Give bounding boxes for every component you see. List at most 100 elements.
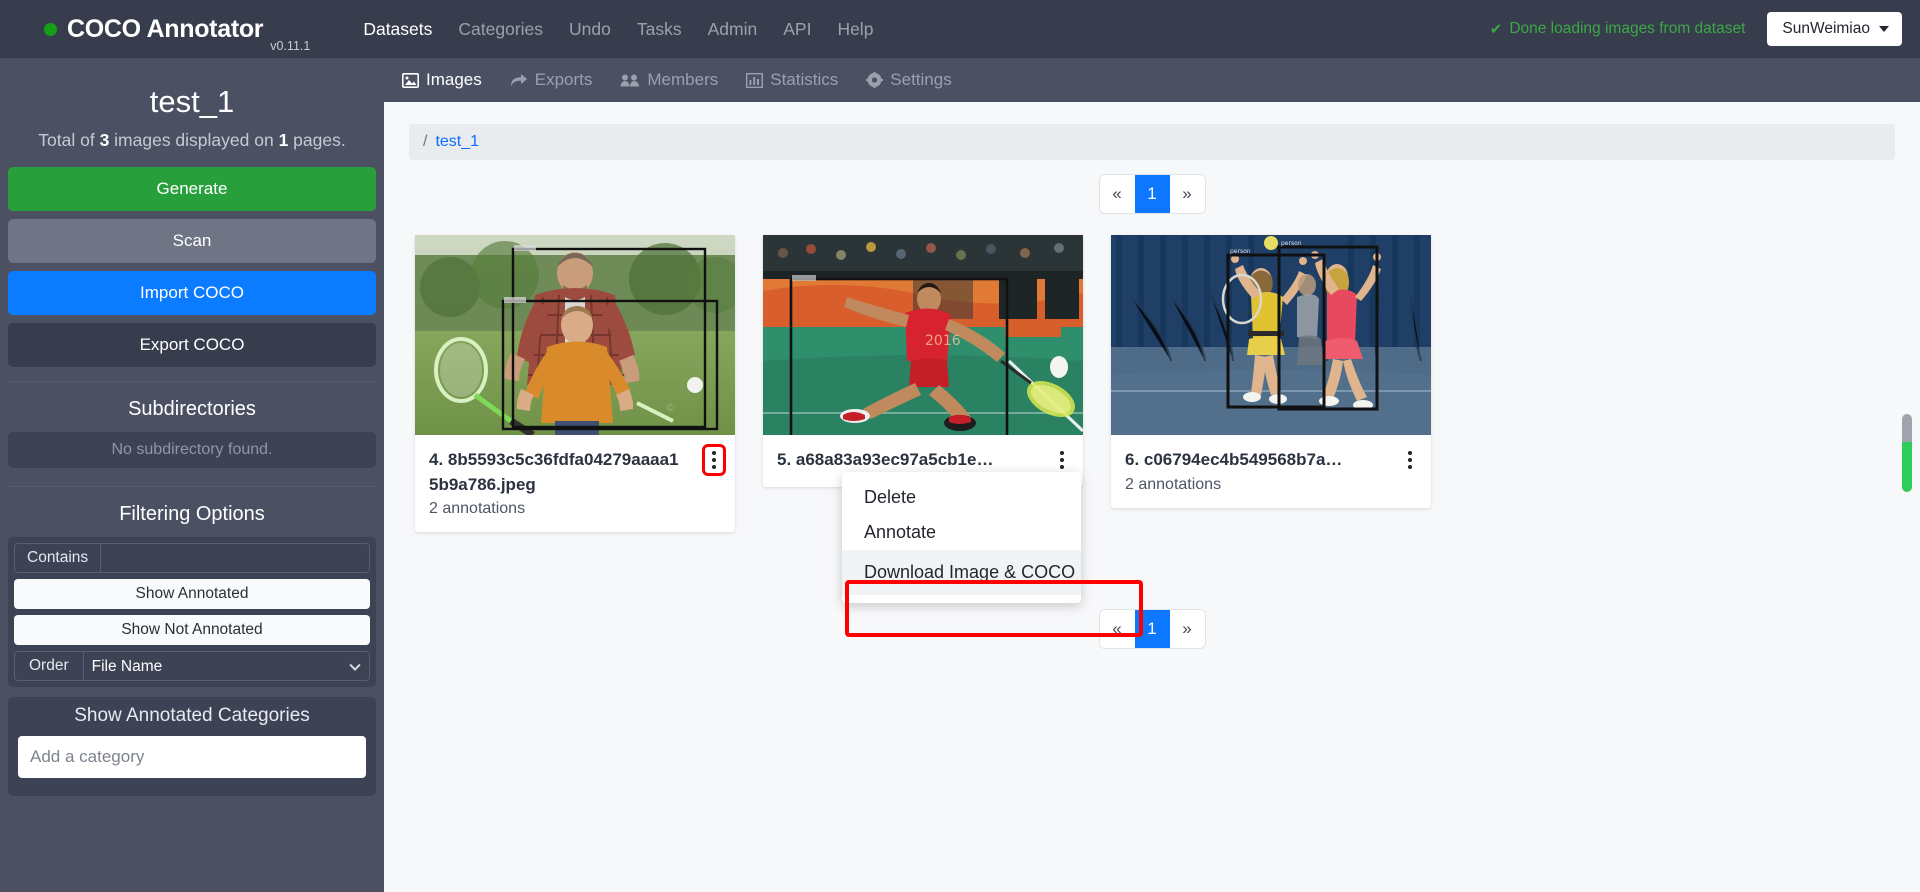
order-row: Order File Name [14, 651, 370, 681]
annotated-categories-box: Show Annotated Categories [8, 697, 376, 796]
svg-text:2016: 2016 [925, 333, 961, 349]
nav-link-categories[interactable]: Categories [458, 19, 543, 40]
image-thumbnail[interactable]: 2016 [763, 235, 1083, 435]
thumbnail-art-father-son: © [415, 235, 735, 435]
image-thumbnail[interactable]: person person [1111, 235, 1431, 435]
nav-link-undo[interactable]: Undo [569, 19, 611, 40]
image-card[interactable]: 2016 5. a68a83a93ec97a5cb1e… [763, 235, 1083, 487]
subdirectories-title: Subdirectories [128, 398, 256, 420]
context-menu-item-delete[interactable]: Delete [842, 480, 1081, 515]
pagination-top: « 1 » [409, 175, 1895, 213]
image-icon [402, 72, 419, 88]
show-annotated-button[interactable]: Show Annotated [14, 579, 370, 609]
image-card-title: 6. c06794ec4b549568b7a… [1125, 450, 1343, 469]
tab-images-label: Images [426, 70, 482, 89]
pagination-bottom: « 1 » [409, 610, 1895, 649]
nav-link-api[interactable]: API [783, 19, 811, 40]
dataset-sidebar: test_1 Total of 3 images displayed on 1 … [0, 58, 384, 892]
image-card-annotations: 2 annotations [429, 500, 526, 518]
summary-image-count: 3 [99, 130, 110, 150]
thumbnail-art-badminton-player: 2016 [763, 235, 1083, 435]
contains-input[interactable] [101, 544, 369, 572]
order-select[interactable]: File Name [83, 652, 369, 680]
user-menu-label: SunWeimiao [1782, 20, 1870, 37]
pagination-prev-bottom[interactable]: « [1099, 610, 1135, 649]
kebab-menu-icon[interactable] [1401, 447, 1419, 473]
export-coco-button[interactable]: Export COCO [8, 323, 376, 367]
context-menu-item-annotate[interactable]: Annotate [842, 515, 1081, 550]
bar-chart-icon [746, 72, 764, 88]
tab-members-label: Members [647, 70, 719, 89]
brand-version: v0.11.1 [270, 39, 311, 53]
svg-text:©: © [665, 401, 676, 414]
image-card-grid: © 4. 8b5593c5c36fdfa04279aaaa15b9a786.jp… [415, 235, 1895, 533]
page-scrollbar-thumb[interactable] [1902, 414, 1912, 492]
nav-link-help[interactable]: Help [837, 19, 873, 40]
tab-exports-label: Exports [534, 70, 593, 89]
image-card-annotations: 2 annotations [1125, 475, 1222, 493]
tab-settings[interactable]: Settings [866, 70, 952, 90]
brand-status-dot [44, 22, 57, 36]
tab-images[interactable]: Images [402, 70, 482, 90]
pagination-page-1-top[interactable]: 1 [1134, 175, 1170, 213]
kebab-menu-icon[interactable] [1053, 447, 1071, 473]
image-card[interactable]: © 4. 8b5593c5c36fdfa04279aaaa15b9a786.jp… [415, 235, 735, 533]
filtering-options-box: Contains Show Annotated Show Not Annotat… [8, 537, 376, 687]
breadcrumb-separator: / [423, 133, 428, 150]
image-context-menu[interactable]: Delete Annotate Download Image & COCO [842, 472, 1081, 603]
nav-links: Datasets Categories Undo Tasks Admin API… [363, 19, 899, 40]
check-icon: ✔ [1489, 21, 1503, 38]
pagination-next-bottom[interactable]: » [1169, 610, 1205, 649]
nav-link-tasks[interactable]: Tasks [637, 19, 682, 40]
breadcrumb-item-test_1[interactable]: test_1 [435, 133, 479, 150]
top-navbar: COCO Annotator v0.11.1 Datasets Categori… [0, 0, 1920, 58]
summary-prefix: Total of [38, 130, 100, 150]
annotated-categories-title: Show Annotated Categories [74, 705, 310, 726]
context-menu-item-download-image-coco[interactable]: Download Image & COCO [842, 550, 1081, 595]
pagination-next-top[interactable]: » [1169, 175, 1205, 213]
pagination-page-1-bottom[interactable]: 1 [1134, 610, 1170, 649]
generate-button[interactable]: Generate [8, 167, 376, 211]
add-category-input[interactable] [18, 736, 366, 778]
summary-suffix: pages. [288, 130, 346, 150]
tab-members[interactable]: Members [620, 70, 718, 90]
order-label: Order [15, 652, 84, 680]
sidebar-divider-2 [8, 486, 376, 487]
summary-mid: images displayed on [109, 130, 279, 150]
tab-settings-label: Settings [890, 70, 952, 89]
thumbnail-art-two-women: person person [1111, 235, 1431, 435]
pagination-prev-top[interactable]: « [1099, 175, 1135, 213]
image-card-title: 5. a68a83a93ec97a5cb1e… [777, 450, 994, 469]
image-card-body: 6. c06794ec4b549568b7a… 2 annotations [1111, 435, 1431, 508]
kebab-menu-icon[interactable] [702, 444, 726, 476]
import-coco-button[interactable]: Import COCO [8, 271, 376, 315]
dataset-tabbar: Images Exports Members Statistics Settin… [384, 58, 1920, 102]
user-menu-button[interactable]: SunWeimiao [1767, 12, 1902, 46]
gear-icon [866, 72, 884, 88]
image-thumbnail[interactable]: © [415, 235, 735, 435]
images-panel: / test_1 « 1 » © 4. 8b5593c5c36fdfa04279… [384, 102, 1920, 649]
show-not-annotated-button[interactable]: Show Not Annotated [14, 615, 370, 645]
scan-button[interactable]: Scan [8, 219, 376, 263]
filtering-options-title: Filtering Options [119, 503, 265, 525]
dataset-title: test_1 [149, 84, 235, 119]
nav-link-admin[interactable]: Admin [708, 19, 758, 40]
dataset-summary: Total of 3 images displayed on 1 pages. [8, 130, 376, 151]
image-card-body: 4. 8b5593c5c36fdfa04279aaaa15b9a786.jpeg… [415, 435, 735, 532]
nav-link-datasets[interactable]: Datasets [363, 19, 432, 40]
navbar-right: ✔ Done loading images from dataset SunWe… [1490, 12, 1902, 46]
tab-exports[interactable]: Exports [510, 70, 593, 90]
main-content: Images Exports Members Statistics Settin… [384, 58, 1920, 892]
summary-page-count: 1 [278, 130, 289, 150]
brand-name[interactable]: COCO Annotator [67, 15, 264, 44]
chevron-down-icon [1879, 26, 1889, 32]
contains-row: Contains [14, 543, 370, 573]
subdirectories-empty: No subdirectory found. [8, 432, 376, 468]
share-icon [510, 73, 528, 88]
users-icon [620, 73, 640, 88]
breadcrumb: / test_1 [409, 124, 1895, 160]
tab-statistics[interactable]: Statistics [746, 70, 838, 90]
tab-statistics-label: Statistics [770, 70, 839, 89]
image-card[interactable]: person person 6. c06794ec4b549568b7a… 2 … [1111, 235, 1431, 508]
svg-text:person: person [1230, 248, 1251, 255]
